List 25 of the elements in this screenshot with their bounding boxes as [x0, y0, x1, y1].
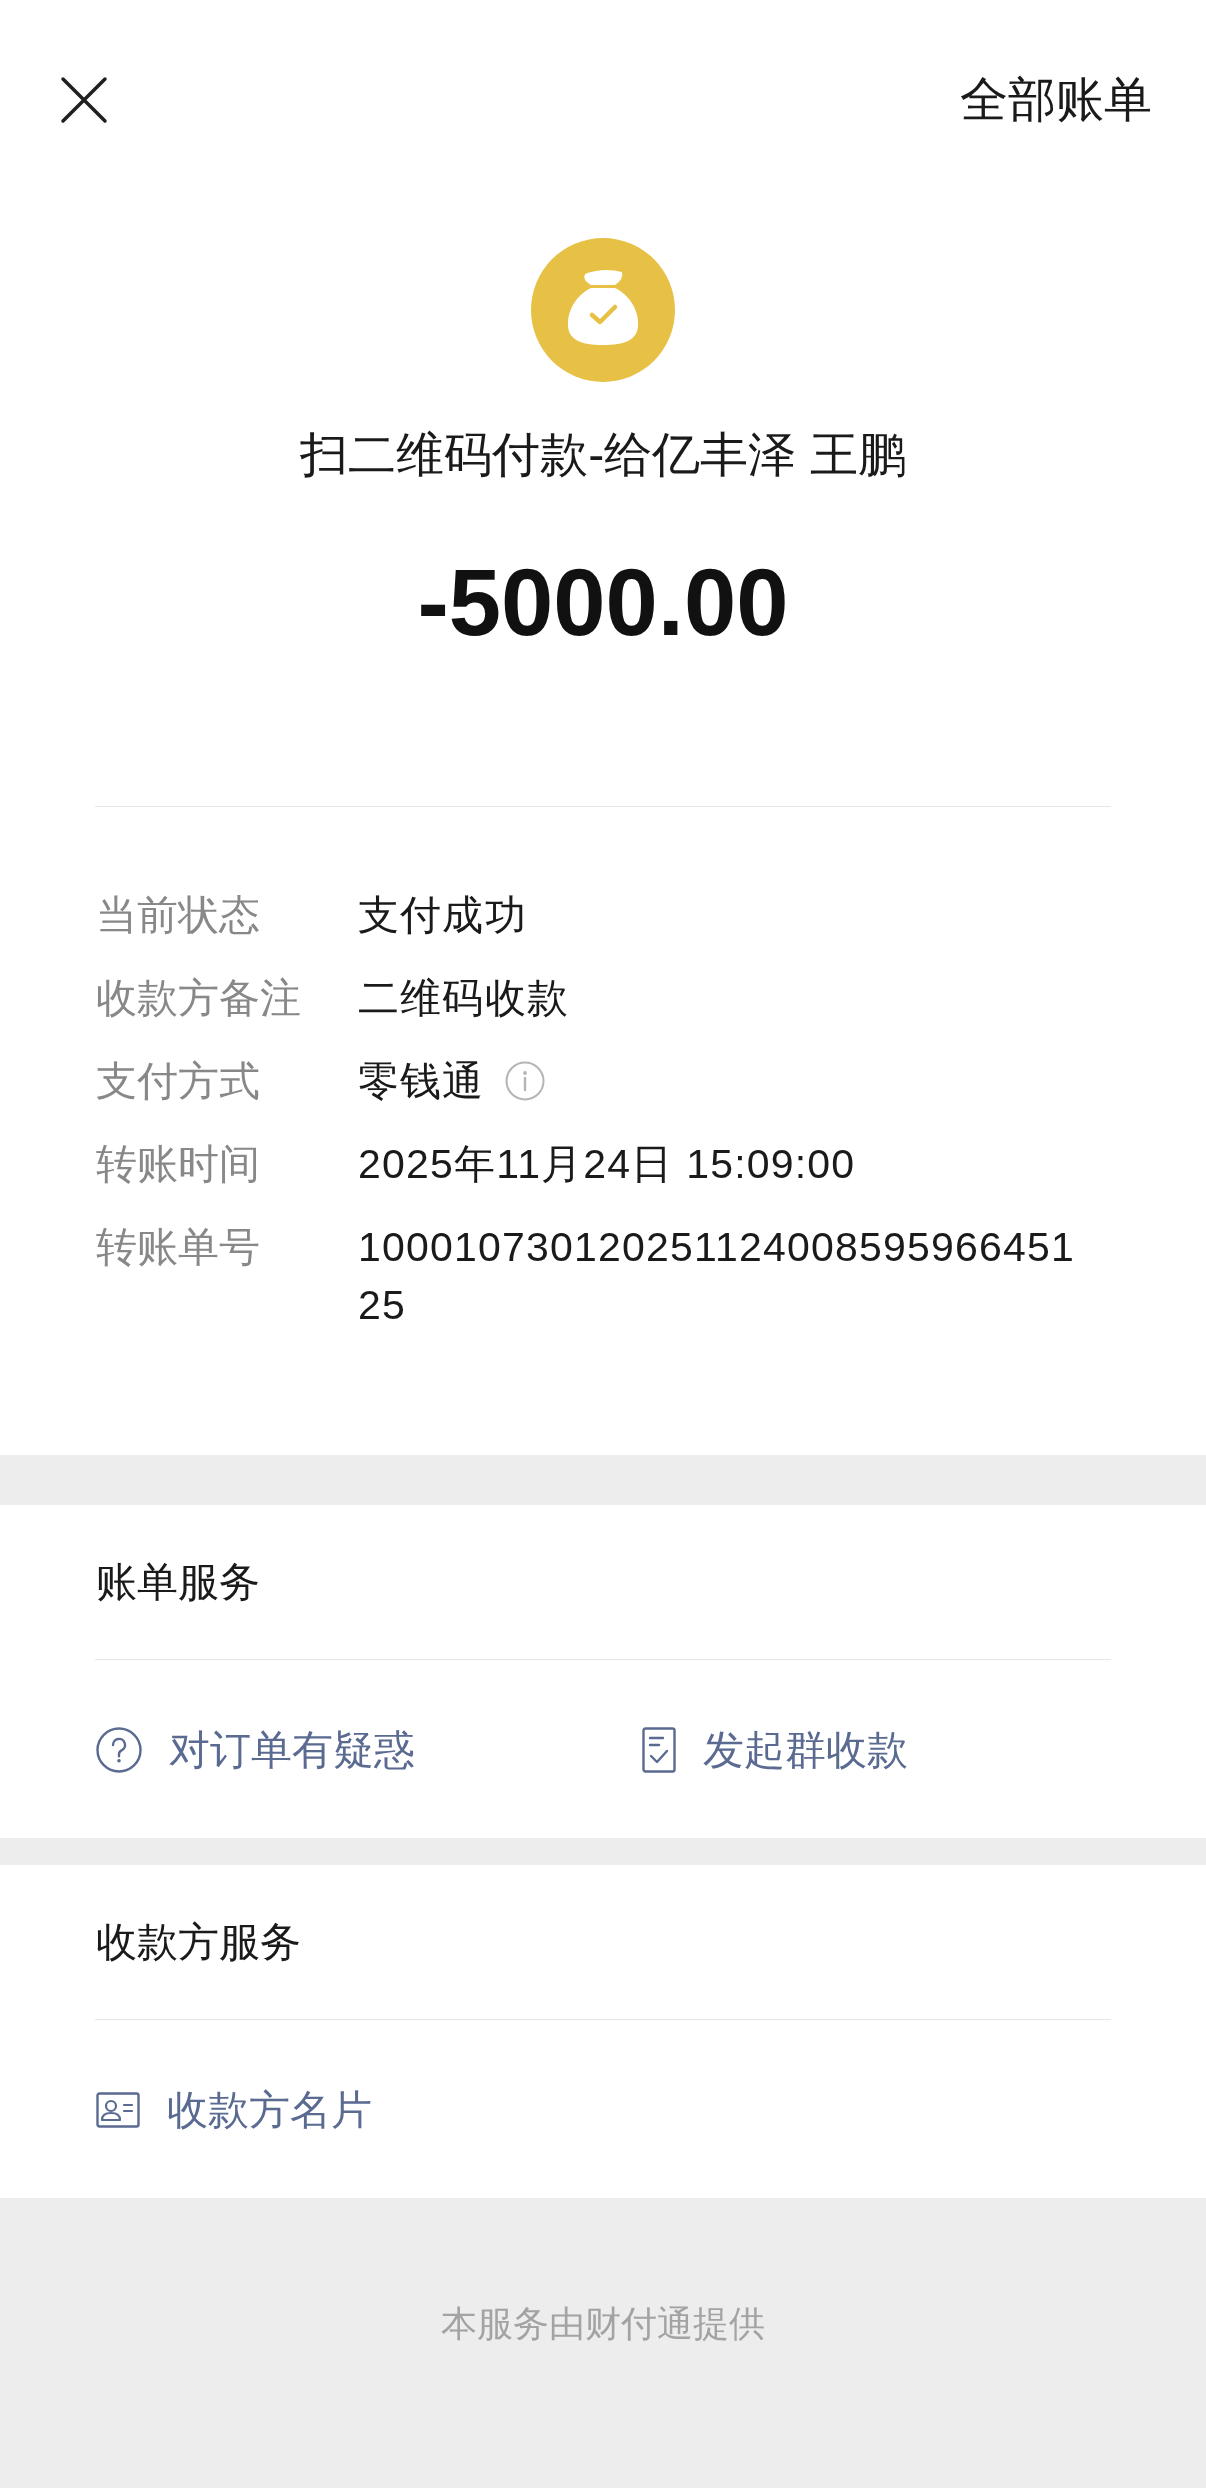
money-bag-check-icon [531, 238, 675, 382]
receipt-check-icon [642, 1727, 676, 1773]
detail-label: 转账单号 [96, 1223, 261, 1272]
detail-label: 收款方备注 [96, 974, 302, 1023]
section-title: 收款方服务 [96, 1918, 301, 1967]
detail-value: 二维码收款 [358, 974, 569, 1023]
detail-value: 零钱通 [358, 1057, 485, 1106]
close-button[interactable] [60, 76, 108, 124]
contact-card-icon [96, 2092, 140, 2128]
close-icon [60, 76, 108, 124]
detail-value: 支付成功 [358, 891, 527, 940]
amount-text: -5000.00 [417, 549, 789, 657]
section-title: 账单服务 [96, 1558, 260, 1607]
question-icon [96, 1727, 142, 1773]
detail-label: 当前状态 [96, 891, 261, 940]
group-collect-link[interactable]: 发起群收款 [642, 1720, 908, 1780]
footer-text: 本服务由财付通提供 [441, 2302, 765, 2346]
help-link[interactable]: 对订单有疑惑 [96, 1720, 415, 1780]
detail-value: 2025年11月24日 15:09:00 [358, 1140, 856, 1189]
transaction-title: 扫二维码付款-给亿丰泽 王鹏 [300, 427, 906, 483]
detail-label: 支付方式 [96, 1057, 261, 1106]
all-bills-button[interactable]: 全部账单 [960, 70, 1152, 130]
payee-card-link[interactable]: 收款方名片 [96, 2080, 372, 2140]
detail-label: 转账时间 [96, 1140, 261, 1189]
detail-value: 10001073012025112400859596645125 [358, 1223, 1077, 1330]
